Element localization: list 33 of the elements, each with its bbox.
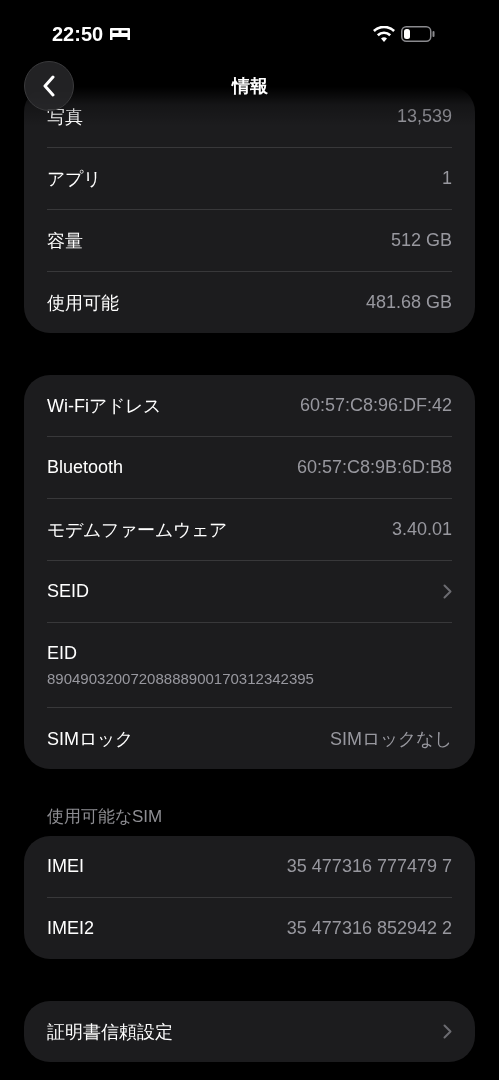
row-label: モデムファームウェア (47, 518, 227, 542)
chevron-right-icon (443, 584, 452, 599)
status-time: 22:50 (52, 22, 104, 46)
chevron-right-icon (443, 1024, 452, 1039)
wifi-icon (373, 26, 395, 42)
row-value: 60:57:C8:9B:6D:B8 (296, 457, 452, 478)
row-label: IMEI2 (47, 918, 94, 939)
row-value: 35 477316 852942 2 (286, 918, 452, 939)
battery-icon (401, 26, 435, 42)
row-label: 写真 (47, 105, 83, 129)
chevron-left-icon (42, 75, 56, 97)
row-value: SIMロックなし (330, 727, 452, 751)
row-value: 89049032007208888900170312342395 (47, 670, 314, 687)
row-label: 使用可能 (47, 291, 119, 315)
row-label: Wi-Fiアドレス (47, 394, 161, 418)
section-header: 使用可能なSIM (47, 806, 164, 828)
row-label: アプリ (47, 167, 101, 191)
settings-row[interactable]: 証明書信頼設定 (47, 1001, 452, 1062)
row-value: 512 GB (390, 230, 452, 251)
row-label: 容量 (47, 229, 83, 253)
row-label: IMEI (47, 856, 84, 877)
row-value: 35 477316 777479 7 (286, 856, 452, 877)
row-label: SIMロック (47, 727, 133, 751)
row-value: 13,539 (396, 106, 452, 127)
settings-row[interactable]: SEID (47, 561, 452, 622)
row-label: Bluetooth (47, 457, 124, 478)
row-value: 1 (442, 168, 452, 189)
bed-icon (109, 27, 132, 41)
row-value: 481.68 GB (365, 292, 452, 313)
row-value: 3.40.01 (391, 519, 452, 540)
row-label: EID (47, 643, 77, 664)
page-title: 情報 (231, 75, 268, 98)
row-value: 60:57:C8:96:DF:42 (299, 395, 452, 416)
